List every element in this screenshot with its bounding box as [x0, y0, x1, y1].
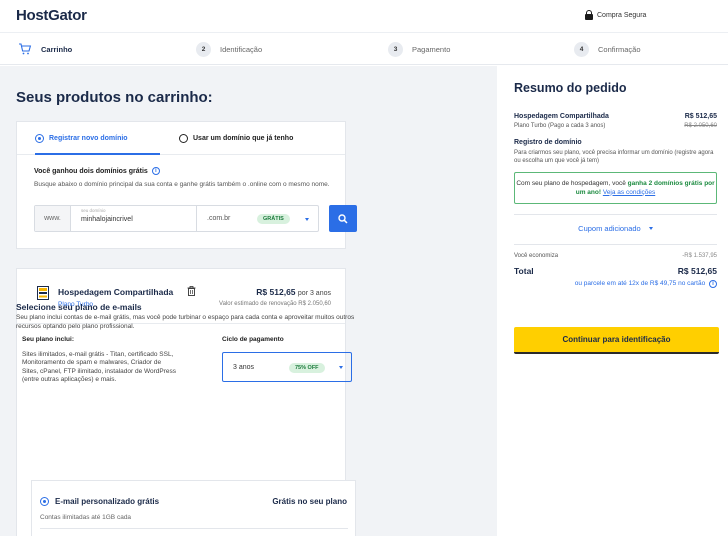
savings-label: Você economiza	[514, 253, 559, 259]
divider	[514, 244, 717, 245]
installments-row: ou parcele em até 12x de R$ 49,75 no car…	[514, 280, 717, 288]
radio-unselected-icon[interactable]	[179, 134, 188, 143]
continue-button[interactable]: Continuar para identificação	[514, 327, 719, 354]
step-confirmation[interactable]: 4 Confirmação	[574, 33, 641, 65]
savings-row: Você economiza -R$ 1.537,95	[514, 253, 717, 259]
divider	[514, 214, 717, 215]
billing-cycle-select[interactable]: 3 anos 75% OFF	[222, 352, 352, 382]
search-icon	[338, 213, 348, 224]
chevron-down-icon	[339, 366, 343, 369]
step-number: 2	[196, 41, 211, 57]
free-domains-title-text: Você ganhou dois domínios grátis	[34, 167, 148, 175]
tld-free-badge: GRÁTIS	[257, 214, 290, 224]
hosting-price-period: por 3 anos	[297, 290, 331, 297]
chevron-down-icon	[305, 218, 309, 221]
existing-domain-option[interactable]: Usar um domínio que já tenho	[179, 134, 293, 143]
cart-icon	[19, 43, 32, 55]
secure-label: Compra Segura	[597, 11, 647, 19]
step-number: 3	[388, 41, 403, 57]
free-domains-title: Você ganhou dois domínios grátis i	[34, 167, 160, 175]
order-summary: Resumo do pedido Hospedagem Compartilhad…	[497, 66, 728, 536]
cycle-value: 3 anos	[233, 364, 255, 371]
page-title: Seus produtos no carrinho:	[16, 89, 213, 106]
domain-input-label: seu domínio	[81, 208, 106, 213]
domain-search-button[interactable]	[329, 205, 357, 232]
promo-banner: Com seu plano de hospedagem, você ganha …	[514, 172, 717, 204]
promo-text: Com seu plano de hospedagem, você	[516, 180, 628, 187]
includes-text: Sites ilimitados, e-mail grátis - Titan,…	[22, 351, 177, 383]
summary-domain-desc: Para criarmos seu plano, você precisa in…	[514, 150, 714, 164]
step-number: 4	[574, 41, 589, 57]
trash-icon[interactable]	[187, 286, 196, 296]
cycle-title: Ciclo de pagamento	[222, 336, 284, 343]
domain-card: Registrar novo domínio Usar um domínio q…	[16, 121, 357, 249]
summary-hosting-plan-row: Plano Turbo (Pago a cada 3 anos) R$ 2.05…	[514, 123, 717, 129]
radio-selected-icon[interactable]	[35, 134, 44, 143]
conditions-link[interactable]: Veja as condições	[603, 189, 655, 196]
summary-title: Resumo do pedido	[514, 81, 627, 95]
register-domain-option[interactable]: Registrar novo domínio	[35, 134, 128, 143]
tld-select[interactable]: .com.br GRÁTIS	[197, 206, 318, 231]
email-option[interactable]: E-mail personalizado grátis	[40, 497, 159, 506]
selected-tab-underline	[35, 153, 160, 155]
summary-hosting-price: R$ 512,65	[684, 113, 717, 120]
email-plan-title: Selecione seu plano de e-mails	[16, 302, 142, 312]
hostgator-logo[interactable]: HostGator	[16, 7, 87, 24]
includes-title: Seu plano inclui:	[22, 336, 75, 343]
summary-hosting-row: Hospedagem Compartilhada R$ 512,65	[514, 113, 717, 120]
coupon-label: Cupom adicionado	[578, 224, 641, 233]
email-option-price: Grátis no seu plano	[272, 497, 347, 506]
total-label: Total	[514, 266, 534, 276]
lock-icon	[585, 10, 593, 20]
email-plan-desc: Seu plano inclui contas de e-mail grátis…	[16, 314, 355, 330]
cart-main: Seus produtos no carrinho: Registrar nov…	[0, 66, 497, 536]
secure-purchase: Compra Segura	[585, 10, 646, 20]
total-value: R$ 512,65	[677, 266, 717, 276]
domain-input-value[interactable]: minhalojaincrivel	[81, 216, 133, 223]
step-cart[interactable]: Carrinho	[18, 33, 72, 65]
domain-input[interactable]: seu domínio minhalojaincrivel	[71, 206, 197, 231]
step-identification-label: Identificação	[220, 44, 263, 54]
email-option-card[interactable]: E-mail personalizado grátis Grátis no se…	[31, 480, 356, 536]
summary-domain-title: Registro de domínio	[514, 139, 582, 146]
free-domains-desc: Busque abaixo o domínio principal da sua…	[34, 181, 330, 188]
total-row: Total R$ 512,65	[514, 266, 717, 276]
step-cart-label: Carrinho	[41, 44, 73, 54]
radio-selected-icon[interactable]	[40, 497, 49, 506]
divider	[40, 528, 348, 529]
register-domain-label: Registrar novo domínio	[49, 135, 128, 142]
top-header: HostGator Compra Segura	[0, 0, 728, 33]
existing-domain-label: Usar um domínio que já tenho	[193, 135, 294, 142]
www-prefix: www.	[35, 206, 71, 231]
domain-option-row: Registrar novo domínio Usar um domínio q…	[17, 122, 345, 155]
summary-hosting-name: Hospedagem Compartilhada	[514, 113, 609, 120]
step-confirmation-label: Confirmação	[598, 44, 641, 54]
hosting-title: Hospedagem Compartilhada	[58, 287, 174, 297]
server-icon	[37, 286, 49, 300]
coupon-toggle[interactable]: Cupom adicionado	[514, 224, 717, 233]
chevron-down-icon	[648, 227, 653, 230]
step-payment-label: Pagamento	[412, 44, 451, 54]
hosting-price: R$ 512,65 por 3 anos	[256, 287, 331, 297]
step-identification[interactable]: 2 Identificação	[196, 33, 262, 65]
info-icon[interactable]: i	[709, 280, 717, 288]
savings-value: -R$ 1.537,95	[682, 253, 717, 259]
hosting-price-value: R$ 512,65	[256, 287, 296, 297]
checkout-stepper: Carrinho 2 Identificação 3 Pagamento 4 C…	[0, 33, 728, 65]
email-option-sub: Contas ilimitadas até 1GB cada	[40, 514, 132, 521]
tld-value: .com.br	[207, 215, 231, 222]
info-icon[interactable]: i	[151, 167, 160, 175]
domain-search-field: www. seu domínio minhalojaincrivel .com.…	[34, 205, 319, 232]
email-option-label: E-mail personalizado grátis	[55, 497, 160, 506]
summary-hosting-plan: Plano Turbo (Pago a cada 3 anos)	[514, 123, 606, 129]
summary-old-price: R$ 2.050,60	[684, 123, 717, 129]
step-payment[interactable]: 3 Pagamento	[388, 33, 450, 65]
installments-text: ou parcele em até 12x de R$ 49,75 no car…	[574, 280, 706, 287]
discount-badge: 75% OFF	[289, 363, 325, 373]
